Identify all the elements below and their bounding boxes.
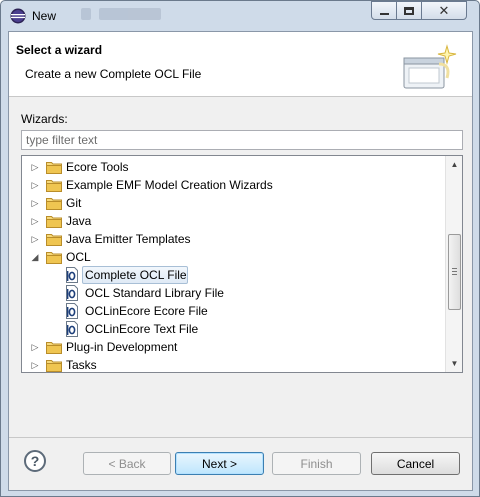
folder-icon bbox=[46, 160, 62, 174]
ocl-file-icon bbox=[65, 303, 79, 319]
tree-item-label: OCL bbox=[66, 250, 91, 264]
footer-separator bbox=[9, 437, 472, 438]
collapsed-arrow-icon[interactable]: ▷ bbox=[30, 216, 40, 226]
ocl-file-icon bbox=[65, 321, 79, 337]
minimize-icon bbox=[379, 12, 389, 15]
tree-item-label: Java Emitter Templates bbox=[66, 232, 191, 246]
collapsed-arrow-icon[interactable]: ▷ bbox=[30, 162, 40, 172]
next-button[interactable]: Next > bbox=[175, 452, 264, 475]
folder-icon bbox=[46, 178, 62, 192]
tree-item-folder[interactable]: ▷ Example EMF Model Creation Wizards bbox=[22, 176, 444, 194]
collapsed-arrow-icon[interactable]: ▷ bbox=[30, 342, 40, 352]
folder-icon bbox=[46, 232, 62, 246]
tree-item-label: Plug-in Development bbox=[66, 340, 178, 354]
tree-item-folder[interactable]: ▷ Git bbox=[22, 194, 444, 212]
wizard-banner-icon bbox=[403, 44, 457, 89]
finish-button[interactable]: Finish bbox=[272, 452, 361, 475]
tree-item-file[interactable]: OCLinEcore Ecore File bbox=[22, 302, 444, 320]
tree-item-file[interactable]: OCL Standard Library File bbox=[22, 284, 444, 302]
tree-item-folder[interactable]: ◢ OCL bbox=[22, 248, 444, 266]
tree-item-label: OCLinEcore Ecore File bbox=[85, 304, 208, 318]
tree-item-folder[interactable]: ▷ Java Emitter Templates bbox=[22, 230, 444, 248]
tree-item-label: Java bbox=[66, 214, 92, 228]
tree-item-label: Tasks bbox=[66, 358, 97, 372]
collapsed-arrow-icon[interactable]: ▷ bbox=[30, 360, 40, 370]
ocl-file-icon bbox=[65, 285, 79, 301]
collapsed-arrow-icon[interactable]: ▷ bbox=[30, 234, 40, 244]
close-button[interactable]: ✕ bbox=[421, 1, 467, 20]
tree-scrollbar[interactable]: ▲ ▼ bbox=[445, 156, 462, 372]
tree-item-file[interactable]: OCLinEcore Text File bbox=[22, 320, 444, 338]
filter-input[interactable] bbox=[21, 130, 463, 150]
page-description: Create a new Complete OCL File bbox=[25, 67, 202, 81]
expanded-arrow-icon[interactable]: ◢ bbox=[30, 252, 40, 262]
collapsed-arrow-icon[interactable]: ▷ bbox=[30, 180, 40, 190]
tree-item-label: OCL Standard Library File bbox=[85, 286, 224, 300]
tree-item-folder[interactable]: ▷ Ecore Tools bbox=[22, 158, 444, 176]
maximize-icon bbox=[404, 6, 414, 15]
tree-item-label: Ecore Tools bbox=[66, 160, 129, 174]
folder-icon bbox=[46, 340, 62, 354]
collapsed-arrow-icon[interactable]: ▷ bbox=[30, 198, 40, 208]
grip-icon bbox=[452, 268, 457, 275]
title-bar[interactable]: New ✕ bbox=[1, 1, 479, 31]
scroll-thumb[interactable] bbox=[448, 234, 461, 310]
tree-item-label: OCLinEcore Text File bbox=[85, 322, 199, 336]
tree-item-folder[interactable]: ▷ Tasks bbox=[22, 356, 444, 372]
tree-item-label: Complete OCL File bbox=[85, 268, 187, 282]
scroll-up-icon[interactable]: ▲ bbox=[446, 156, 462, 173]
dialog-client-area: Select a wizard Create a new Complete OC… bbox=[8, 31, 473, 491]
tree-item-folder[interactable]: ▷ Java bbox=[22, 212, 444, 230]
wizards-label: Wizards: bbox=[21, 112, 68, 126]
eclipse-icon bbox=[10, 8, 26, 24]
title-ghost-text bbox=[81, 5, 181, 23]
close-icon: ✕ bbox=[438, 3, 450, 18]
cancel-button[interactable]: Cancel bbox=[371, 452, 460, 475]
back-button[interactable]: < Back bbox=[83, 452, 171, 475]
wizard-tree[interactable]: ▷ Ecore Tools ▷ Example EMF Model Creation … bbox=[21, 155, 463, 373]
minimize-button[interactable] bbox=[371, 1, 397, 20]
page-title: Select a wizard bbox=[16, 43, 103, 57]
tree-item-file[interactable]: Complete OCL File bbox=[22, 266, 444, 284]
folder-icon bbox=[46, 196, 62, 210]
folder-icon bbox=[46, 214, 62, 228]
scroll-down-icon[interactable]: ▼ bbox=[446, 355, 462, 372]
ocl-file-icon bbox=[65, 267, 79, 283]
folder-icon bbox=[46, 358, 62, 372]
tree-item-label: Example EMF Model Creation Wizards bbox=[66, 178, 273, 192]
help-button[interactable]: ? bbox=[24, 450, 46, 472]
wizard-header: Select a wizard Create a new Complete OC… bbox=[9, 32, 472, 97]
tree-item-label: Git bbox=[66, 196, 82, 210]
tree-item-folder[interactable]: ▷ Plug-in Development bbox=[22, 338, 444, 356]
caption-buttons: ✕ bbox=[371, 1, 475, 21]
maximize-button[interactable] bbox=[396, 1, 422, 20]
folder-icon bbox=[46, 250, 62, 264]
window-title: New bbox=[32, 9, 57, 23]
new-wizard-window: New ✕ Select a wizard Create a new Compl… bbox=[0, 0, 480, 497]
